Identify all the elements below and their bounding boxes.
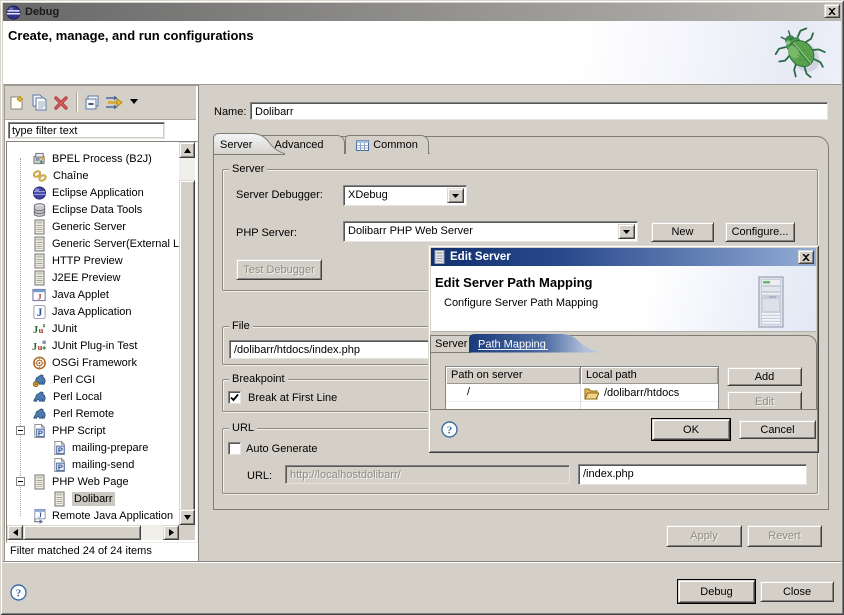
- svg-text:J: J: [38, 511, 42, 519]
- svg-text:u: u: [38, 341, 43, 351]
- svg-text:Server: Server: [220, 139, 253, 151]
- svg-text:J: J: [32, 341, 37, 352]
- svg-text:?: ?: [447, 425, 453, 437]
- svg-text:J: J: [37, 307, 43, 319]
- svg-text:J: J: [33, 324, 38, 335]
- svg-text:Path Mapping: Path Mapping: [478, 339, 546, 351]
- svg-text:?: ?: [16, 588, 22, 600]
- svg-text:u: u: [39, 324, 44, 334]
